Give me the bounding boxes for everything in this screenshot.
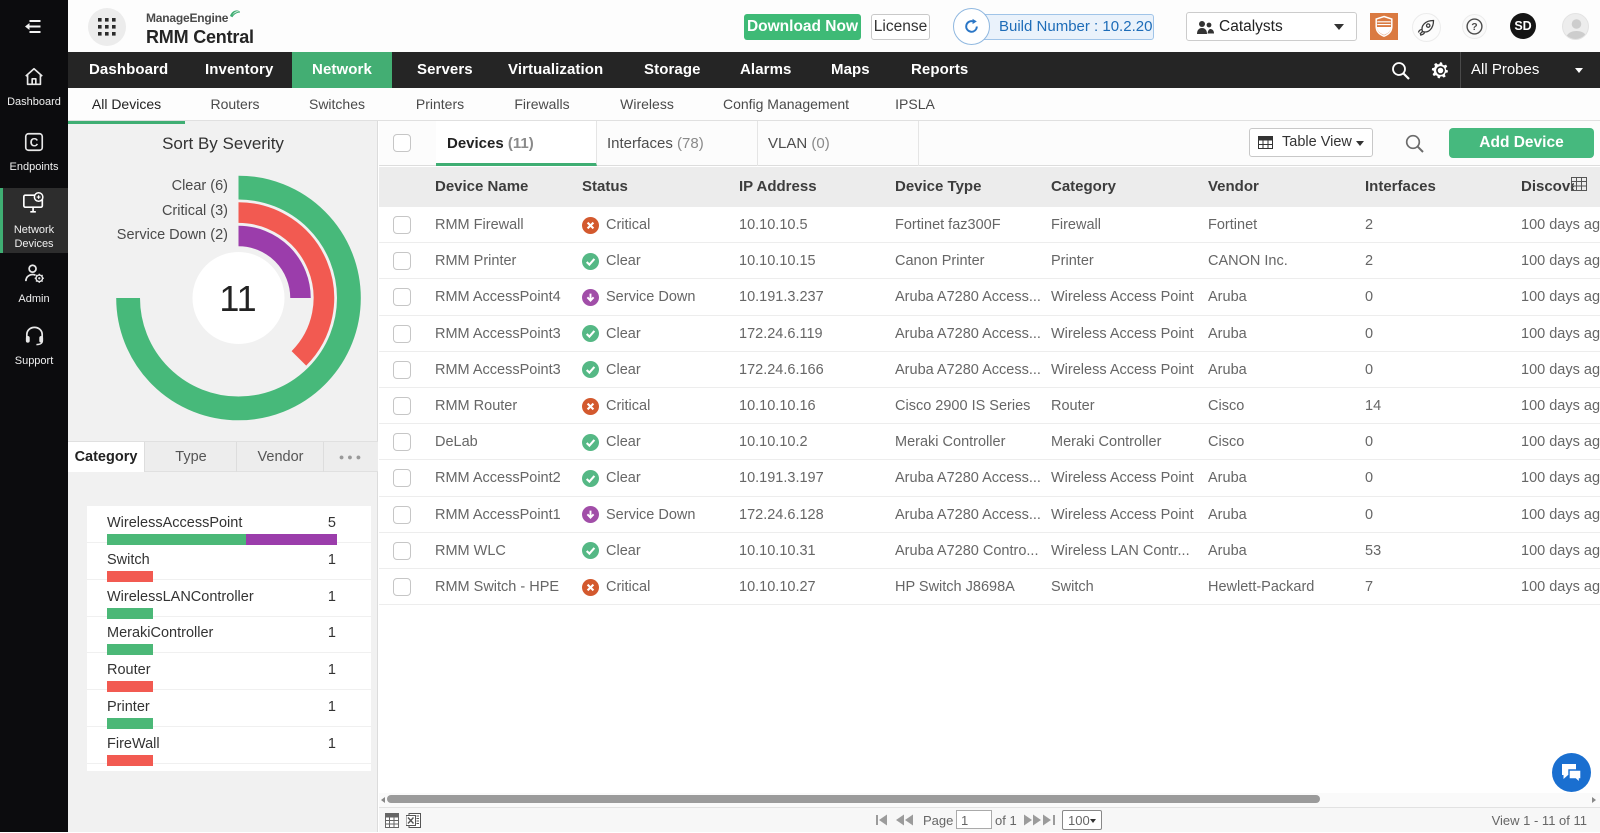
- svg-text:?: ?: [1471, 21, 1477, 33]
- svg-text:C: C: [30, 136, 39, 150]
